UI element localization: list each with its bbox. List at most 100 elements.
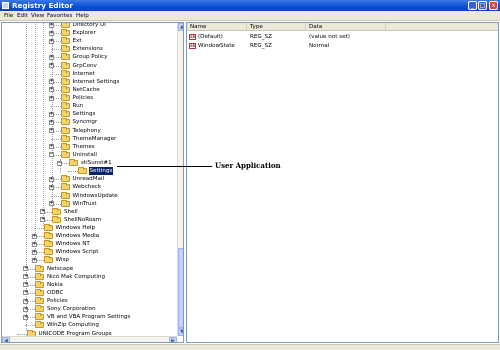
expand-icon[interactable]: + bbox=[48, 87, 54, 93]
tree-item-label: ThemeManager bbox=[72, 135, 117, 142]
string-value-icon: ab bbox=[189, 34, 196, 40]
folder-icon bbox=[60, 199, 70, 207]
menu-file[interactable]: File bbox=[4, 12, 13, 20]
minimize-button[interactable]: _ bbox=[468, 1, 477, 10]
folder-icon bbox=[60, 29, 70, 37]
scroll-thumb[interactable] bbox=[178, 248, 183, 328]
folder-icon bbox=[69, 159, 78, 167]
tree-item-label: Group Policy bbox=[72, 54, 108, 61]
tree-vertical-scrollbar[interactable]: ▲ ▼ bbox=[177, 23, 183, 336]
folder-icon bbox=[60, 61, 70, 69]
scroll-right-arrow-icon[interactable]: ▶ bbox=[169, 337, 177, 342]
tree-item-label: Settings bbox=[88, 167, 114, 176]
tree-item-label: GrpConv bbox=[72, 62, 97, 69]
expand-icon[interactable]: + bbox=[23, 282, 28, 288]
column-header-name[interactable]: Name bbox=[187, 23, 247, 31]
scroll-down-arrow-icon[interactable]: ▼ bbox=[178, 328, 183, 336]
collapse-icon[interactable]: − bbox=[57, 160, 62, 166]
expand-icon[interactable]: + bbox=[48, 23, 54, 28]
scroll-up-arrow-icon[interactable]: ▲ bbox=[178, 23, 183, 31]
expand-icon[interactable]: + bbox=[23, 274, 28, 280]
menu-help[interactable]: Help bbox=[76, 12, 89, 20]
tree-item-label: WinTrust bbox=[72, 200, 97, 207]
expand-icon[interactable]: + bbox=[40, 209, 45, 215]
menu-favorites[interactable]: Favorites bbox=[47, 12, 72, 20]
expand-icon[interactable]: + bbox=[48, 79, 54, 85]
tree-item-label: Directory UI bbox=[72, 22, 106, 28]
tree-item-label: Policies bbox=[72, 95, 94, 102]
folder-icon bbox=[60, 85, 70, 93]
tree-item-label: Windows Script bbox=[55, 249, 99, 256]
menu-edit[interactable]: Edit bbox=[17, 12, 28, 20]
tree-item-label: Windows Media bbox=[55, 233, 100, 240]
expand-icon[interactable]: + bbox=[23, 298, 28, 304]
tree-item-label: Nokia bbox=[47, 281, 63, 288]
menu-view[interactable]: View bbox=[31, 12, 44, 20]
tree-item-label: WinZip Computing bbox=[47, 322, 99, 329]
value-data: Normal bbox=[309, 43, 330, 49]
collapse-icon[interactable]: − bbox=[48, 152, 54, 158]
expand-icon[interactable]: + bbox=[48, 144, 54, 150]
folder-icon bbox=[35, 313, 44, 321]
tree-horizontal-scrollbar[interactable]: ◀ ▶ bbox=[2, 336, 177, 342]
folder-icon bbox=[35, 321, 44, 329]
folder-icon bbox=[52, 215, 61, 223]
folder-icon bbox=[60, 191, 70, 199]
expand-icon[interactable]: + bbox=[31, 233, 37, 239]
expand-icon[interactable]: + bbox=[23, 314, 28, 320]
column-header-data[interactable]: Data bbox=[306, 23, 386, 31]
expand-icon[interactable]: + bbox=[48, 63, 54, 69]
expand-icon[interactable]: + bbox=[31, 241, 37, 247]
tree-item-label: stiSunst#1 bbox=[81, 160, 112, 167]
folder-icon bbox=[60, 45, 70, 53]
list-row[interactable]: ab (Default) REG_SZ (value not set) bbox=[187, 33, 498, 41]
folder-icon bbox=[60, 175, 70, 183]
folder-icon bbox=[35, 272, 44, 280]
column-header-type[interactable]: Type bbox=[247, 23, 306, 31]
folder-icon bbox=[43, 256, 53, 264]
expand-icon[interactable]: + bbox=[48, 54, 54, 60]
folder-icon bbox=[35, 264, 44, 272]
expand-icon[interactable]: + bbox=[48, 184, 54, 190]
folder-icon bbox=[60, 118, 70, 126]
tree-item-label: Sony Corporation bbox=[47, 306, 96, 313]
tree-guide-line bbox=[43, 23, 44, 226]
folder-icon bbox=[60, 94, 70, 102]
scroll-left-arrow-icon[interactable]: ◀ bbox=[2, 337, 10, 342]
value-data: (value not set) bbox=[309, 34, 350, 40]
tree-item-label: Telephony bbox=[72, 127, 101, 134]
maximize-button[interactable]: □ bbox=[478, 1, 487, 10]
expand-icon[interactable]: + bbox=[23, 306, 28, 312]
expand-icon[interactable]: + bbox=[23, 290, 28, 296]
tree-item-label: Webcheck bbox=[72, 184, 102, 191]
expand-icon[interactable]: + bbox=[31, 257, 37, 263]
folder-icon bbox=[35, 305, 44, 313]
expand-icon[interactable]: + bbox=[31, 249, 37, 255]
expand-icon[interactable]: + bbox=[48, 201, 54, 207]
tree-item-label: NetCache bbox=[72, 86, 100, 93]
registry-tree-pane[interactable]: + Directory UI + Explorer + Ext Extensions + Gro… bbox=[1, 22, 184, 343]
folder-icon bbox=[60, 69, 70, 77]
list-row[interactable]: ab WindowState REG_SZ Normal bbox=[187, 42, 498, 50]
expand-icon[interactable]: + bbox=[40, 217, 45, 223]
folder-icon bbox=[43, 232, 53, 240]
folder-icon bbox=[43, 248, 53, 256]
tree-item-label: Internet bbox=[72, 70, 95, 77]
value-name: WindowState bbox=[198, 43, 235, 49]
folder-icon bbox=[77, 167, 87, 175]
tree-item-label: Windows Help bbox=[55, 225, 96, 231]
close-button[interactable]: x bbox=[489, 1, 498, 10]
expand-icon[interactable]: + bbox=[48, 119, 54, 125]
expand-icon[interactable]: + bbox=[48, 176, 54, 182]
menu-bar: File Edit View Favorites Help bbox=[0, 11, 500, 21]
expand-icon[interactable]: + bbox=[48, 111, 54, 117]
expand-icon[interactable]: + bbox=[48, 30, 54, 36]
tree-item-label: ODBC bbox=[47, 289, 64, 296]
expand-icon[interactable]: + bbox=[48, 128, 54, 134]
expand-icon[interactable]: + bbox=[48, 95, 54, 101]
expand-icon[interactable]: + bbox=[48, 38, 54, 44]
expand-icon[interactable]: + bbox=[23, 266, 28, 272]
folder-icon bbox=[60, 134, 70, 142]
tree-item-label: Syncmgr bbox=[72, 119, 98, 126]
values-list-pane[interactable]: Name Type Data ab (Default) REG_SZ (valu… bbox=[186, 22, 499, 343]
